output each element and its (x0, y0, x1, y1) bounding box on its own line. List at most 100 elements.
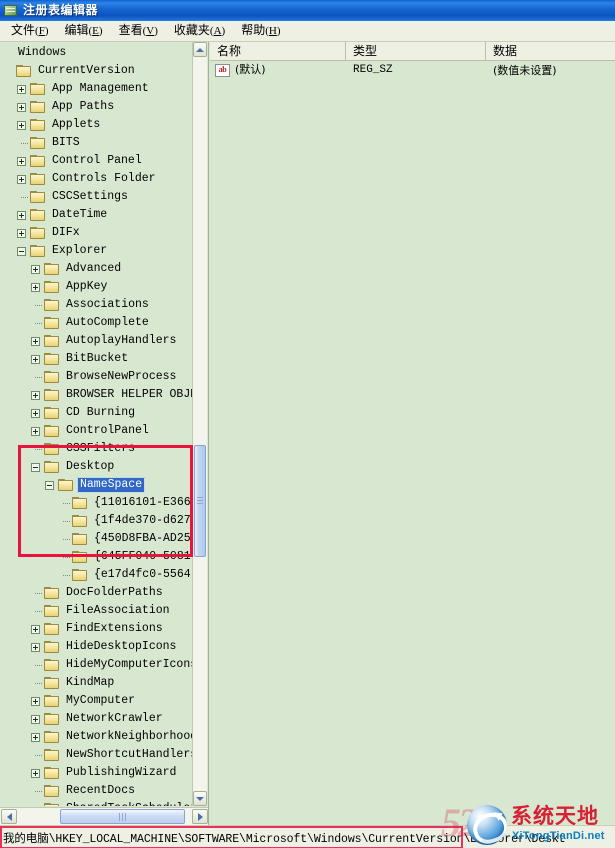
expand-icon[interactable] (16, 227, 29, 240)
expand-icon[interactable] (16, 209, 29, 222)
tree-item-docfolderpaths[interactable]: DocFolderPaths (0, 584, 193, 602)
tree-item-hidemycomputericons[interactable]: HideMyComputerIcons (0, 656, 193, 674)
expand-icon[interactable] (30, 425, 43, 438)
tree-item-networkneighborhood[interactable]: NetworkNeighborhood (0, 728, 193, 746)
tree-item-hidedesktopicons[interactable]: HideDesktopIcons (0, 638, 193, 656)
registry-path-text: 我的电脑\HKEY_LOCAL_MACHINE\SOFTWARE\Microso… (3, 833, 566, 846)
tree-item-autoplayhandlers[interactable]: AutoplayHandlers (0, 332, 193, 350)
tree-item-fileassociation[interactable]: FileAssociation (0, 602, 193, 620)
tree-item-browser-helper-objects[interactable]: BROWSER HELPER OBJECTS (0, 386, 193, 404)
vertical-scroll-thumb[interactable] (194, 445, 206, 557)
tree-item-associations[interactable]: Associations (0, 296, 193, 314)
scroll-right-button[interactable] (192, 809, 208, 824)
expand-icon[interactable] (30, 623, 43, 636)
expand-icon[interactable] (30, 263, 43, 276)
tree-item-label: AppKey (66, 280, 108, 293)
collapse-icon[interactable] (44, 479, 57, 492)
tree-item-controls-folder[interactable]: Controls Folder (0, 170, 193, 188)
column-header-name[interactable]: 名称 (210, 42, 346, 60)
tree-item-cd-burning[interactable]: CD Burning (0, 404, 193, 422)
expand-icon[interactable] (30, 407, 43, 420)
tree-item-recentdocs[interactable]: RecentDocs (0, 782, 193, 800)
tree-item-cssfilters[interactable]: CSSFilters (0, 440, 193, 458)
tree-item-controlpanel[interactable]: ControlPanel (0, 422, 193, 440)
expand-icon[interactable] (30, 281, 43, 294)
tree-item-windows[interactable]: Windows (0, 44, 193, 62)
tree-item-autocomplete[interactable]: AutoComplete (0, 314, 193, 332)
menu-view[interactable]: 查看(V) (112, 22, 167, 41)
expand-icon[interactable] (30, 713, 43, 726)
scroll-up-button[interactable] (193, 42, 207, 57)
tree-item-bitbucket[interactable]: BitBucket (0, 350, 193, 368)
menu-favorites[interactable]: 收藏夹(A) (167, 22, 234, 41)
expand-icon[interactable] (30, 353, 43, 366)
tree-item-desktop[interactable]: Desktop (0, 458, 193, 476)
tree-item-advanced[interactable]: Advanced (0, 260, 193, 278)
table-row[interactable]: ab (默认) REG_SZ (数值未设置) (210, 61, 615, 79)
chevron-down-icon (196, 796, 204, 801)
tree-item-label: NetworkCrawler (66, 712, 163, 725)
tree-connector-icon (30, 803, 43, 807)
folder-icon (30, 226, 46, 240)
column-header-type[interactable]: 类型 (346, 42, 486, 60)
tree-item-sharedtaskscheduler[interactable]: SharedTaskScheduler (0, 800, 193, 806)
collapse-icon[interactable] (16, 245, 29, 258)
tree-horizontal-scrollbar[interactable] (0, 807, 208, 825)
tree-item-label: BROWSER HELPER OBJECTS (66, 388, 193, 401)
menu-edit[interactable]: 编辑(E) (57, 22, 111, 41)
expand-icon[interactable] (16, 155, 29, 168)
tree-item-645ff040-5081[interactable]: {645FF040-5081- (0, 548, 193, 566)
expand-icon[interactable] (16, 101, 29, 114)
expand-icon[interactable] (30, 767, 43, 780)
tree-item-e17d4fc0-5564[interactable]: {e17d4fc0-5564- (0, 566, 193, 584)
value-list-pane: 名称 类型 数据 ab (默认) REG_SZ (数值未设置) (210, 42, 615, 825)
folder-icon (44, 802, 60, 806)
expand-icon[interactable] (30, 389, 43, 402)
tree-item-app-management[interactable]: App Management (0, 80, 193, 98)
tree-item-label: Control Panel (52, 154, 142, 167)
menu-help[interactable]: 帮助(H) (234, 22, 289, 41)
tree-item-control-panel[interactable]: Control Panel (0, 152, 193, 170)
collapse-icon[interactable] (30, 461, 43, 474)
expand-icon[interactable] (30, 731, 43, 744)
tree-item-networkcrawler[interactable]: NetworkCrawler (0, 710, 193, 728)
expand-icon[interactable] (30, 641, 43, 654)
tree-item-mycomputer[interactable]: MyComputer (0, 692, 193, 710)
scroll-left-button[interactable] (1, 809, 17, 824)
horizontal-scroll-thumb[interactable] (60, 809, 185, 824)
tree-vertical-scrollbar[interactable] (192, 42, 207, 806)
tree-item-publishingwizard[interactable]: PublishingWizard (0, 764, 193, 782)
tree-item-namespace[interactable]: NameSpace (0, 476, 193, 494)
tree-item-450d8fba-ad25[interactable]: {450D8FBA-AD25- (0, 530, 193, 548)
tree-item-currentversion[interactable]: CurrentVersion (0, 62, 193, 80)
tree-item-browsenewprocess[interactable]: BrowseNewProcess (0, 368, 193, 386)
tree-item-appkey[interactable]: AppKey (0, 278, 193, 296)
tree-item-difx[interactable]: DIFx (0, 224, 193, 242)
tree-item-applets[interactable]: Applets (0, 116, 193, 134)
value-name-label: (默认) (235, 63, 266, 76)
registry-editor-window: 注册表编辑器 文件(F) 编辑(E) 查看(V) 收藏夹(A) 帮助(H) Wi… (0, 0, 615, 848)
tree-item-findextensions[interactable]: FindExtensions (0, 620, 193, 638)
folder-icon (44, 730, 60, 744)
tree-item-1f4de370-d627[interactable]: {1f4de370-d627- (0, 512, 193, 530)
tree-item-explorer[interactable]: Explorer (0, 242, 193, 260)
expand-icon[interactable] (16, 119, 29, 132)
tree-item-app-paths[interactable]: App Paths (0, 98, 193, 116)
tree-item-11016101-e366-4[interactable]: {11016101-E366-4 (0, 494, 193, 512)
tree-item-bits[interactable]: BITS (0, 134, 193, 152)
expand-icon[interactable] (16, 83, 29, 96)
tree-item-cscsettings[interactable]: CSCSettings (0, 188, 193, 206)
tree-item-datetime[interactable]: DateTime (0, 206, 193, 224)
expand-icon[interactable] (30, 335, 43, 348)
expand-icon[interactable] (30, 695, 43, 708)
column-header-data[interactable]: 数据 (486, 42, 615, 60)
tree-item-kindmap[interactable]: KindMap (0, 674, 193, 692)
menu-favorites-label: 收藏夹 (173, 22, 210, 37)
scroll-down-button[interactable] (193, 791, 207, 806)
menu-file[interactable]: 文件(F) (4, 22, 57, 41)
tree-item-newshortcuthandlers[interactable]: NewShortcutHandlers (0, 746, 193, 764)
tree-item-label: RecentDocs (66, 784, 136, 797)
expand-icon[interactable] (16, 173, 29, 186)
registry-editor-icon (3, 3, 19, 18)
folder-icon (44, 334, 60, 348)
